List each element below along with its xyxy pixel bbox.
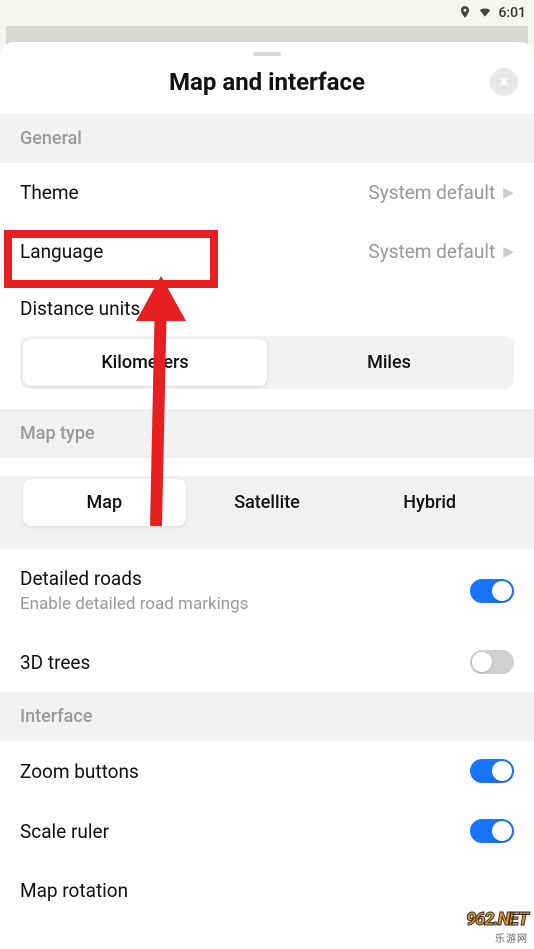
settings-sheet: Map and interface General Theme System d… <box>0 42 534 949</box>
maptype-segmented: Map Satellite Hybrid <box>20 476 514 529</box>
section-header-maptype: Map type <box>0 409 534 458</box>
chevron-right-icon: ▶ <box>503 244 514 260</box>
section-header-interface: Interface <box>0 692 534 741</box>
distance-block: Distance units Kilometers Miles <box>0 281 534 409</box>
zoom-buttons-toggle[interactable] <box>470 759 514 783</box>
chevron-right-icon: ▶ <box>503 185 514 201</box>
language-value: System default ▶ <box>368 240 514 263</box>
segment-satellite[interactable]: Satellite <box>186 479 349 526</box>
status-bar: 6:01 <box>0 0 534 26</box>
sheet-header: Map and interface <box>0 56 534 114</box>
trees-toggle[interactable] <box>470 650 514 674</box>
zoom-buttons-label: Zoom buttons <box>20 760 139 783</box>
segment-kilometers[interactable]: Kilometers <box>23 339 267 386</box>
theme-row[interactable]: Theme System default ▶ <box>0 163 534 222</box>
detailed-roads-row: Detailed roads Enable detailed road mark… <box>0 549 534 632</box>
sheet-title: Map and interface <box>169 68 365 96</box>
theme-value: System default ▶ <box>368 181 514 204</box>
map-rotation-label: Map rotation <box>20 879 128 902</box>
scale-ruler-label: Scale ruler <box>20 820 109 843</box>
trees-row: 3D trees <box>0 632 534 692</box>
detailed-roads-toggle[interactable] <box>470 579 514 603</box>
location-icon <box>458 4 472 23</box>
segment-hybrid[interactable]: Hybrid <box>348 479 511 526</box>
watermark-text-bottom: 乐游网 <box>466 930 528 945</box>
theme-label: Theme <box>20 181 79 204</box>
segment-miles[interactable]: Miles <box>267 339 511 386</box>
close-icon <box>498 76 510 88</box>
scale-ruler-row: Scale ruler <box>0 801 534 861</box>
language-row[interactable]: Language System default ▶ <box>0 222 534 281</box>
watermark: 962.NET 乐游网 <box>466 909 528 945</box>
close-button[interactable] <box>490 68 518 96</box>
detailed-roads-sub: Enable detailed road markings <box>20 594 248 614</box>
watermark-text-top: 962.NET <box>466 909 528 930</box>
wifi-icon <box>478 4 492 23</box>
language-label: Language <box>20 240 103 263</box>
trees-label: 3D trees <box>20 651 90 674</box>
segment-map[interactable]: Map <box>23 479 186 526</box>
section-header-general: General <box>0 114 534 163</box>
zoom-buttons-row: Zoom buttons <box>0 741 534 801</box>
status-time: 6:01 <box>498 5 526 21</box>
detailed-roads-label: Detailed roads <box>20 567 248 590</box>
map-rotation-row: Map rotation <box>0 861 534 902</box>
scale-ruler-toggle[interactable] <box>470 819 514 843</box>
maptype-block: Map Satellite Hybrid <box>0 476 534 549</box>
distance-segmented: Kilometers Miles <box>20 336 514 389</box>
distance-label: Distance units <box>0 281 534 324</box>
